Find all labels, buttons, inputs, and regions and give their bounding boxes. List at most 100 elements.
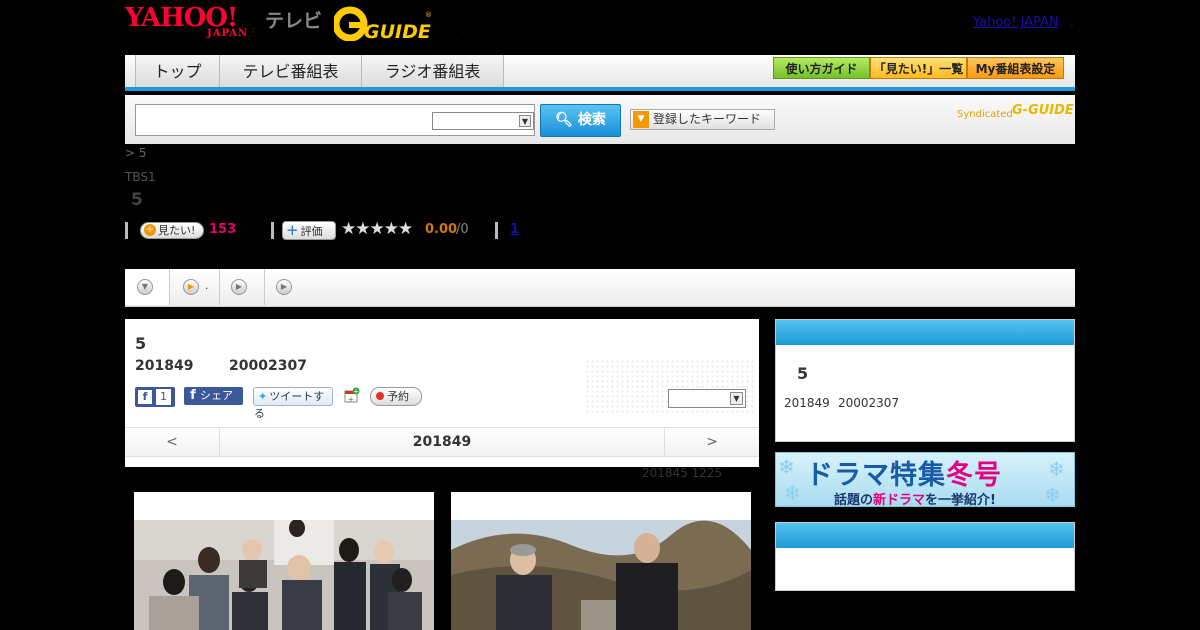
episode-panel: 5 201849 20002307 f1 f シェア ✦ ツイートする + + 予約 …	[125, 319, 759, 467]
banner-subtitle: 話題の新ドラマを一挙紹介!	[834, 489, 996, 507]
program-title: 5	[131, 190, 143, 210]
stats-divider	[271, 222, 274, 239]
svg-text:GUIDE: GUIDE	[364, 21, 431, 41]
facebook-share-label: シェア	[200, 389, 233, 402]
banner-title: ドラマ特集冬号	[806, 453, 1002, 492]
want-list-button[interactable]: 「見たい!」一覧	[870, 57, 967, 79]
episode-nav-date: 201849	[412, 434, 472, 450]
program-subtabs: ▼ ▶ . ▶ ▶	[125, 269, 1075, 307]
stats-divider	[125, 222, 128, 239]
episode-photo-2[interactable]	[451, 492, 751, 630]
play-icon: ▶	[231, 279, 247, 295]
want-label: 見たい!	[158, 224, 196, 237]
rating-value: 0.00	[425, 222, 458, 237]
want-count: 153	[209, 222, 237, 237]
episode-image	[134, 520, 434, 630]
snowflake-icon: ❄	[784, 481, 801, 505]
banner-title-season: 冬号	[946, 460, 1002, 491]
facebook-icon: f	[190, 388, 196, 403]
gguide-logo[interactable]: GUIDE ®	[332, 5, 434, 43]
episode-select[interactable]: ▼	[668, 389, 746, 408]
update-note: 201845 1225	[642, 466, 723, 480]
facebook-icon: f	[138, 390, 152, 404]
nav-tab-top[interactable]: トップ	[135, 55, 220, 87]
next-episode-button[interactable]: >	[664, 428, 759, 456]
subtab-4[interactable]: ▶	[265, 269, 310, 305]
facebook-share-button[interactable]: f シェア	[184, 387, 243, 405]
snowflake-icon: ❄	[778, 455, 795, 479]
sidebar-episode-number: 5	[797, 364, 809, 383]
play-icon: ▶	[183, 279, 199, 295]
nav-tab-radio-guide[interactable]: ラジオ番組表	[362, 55, 504, 87]
tweet-button[interactable]: ✦ ツイートする	[253, 387, 333, 420]
yahoo-japan-link[interactable]: Yahoo! JAPAN	[973, 15, 1059, 30]
sidebar-box-2	[775, 522, 1075, 591]
saved-keywords-label: 登録したキーワード	[653, 112, 762, 126]
saved-keywords-button[interactable]: ▼ 登録したキーワード	[630, 109, 775, 130]
header-separator: .	[462, 22, 466, 36]
snowflake-icon: ❄	[1048, 457, 1065, 481]
sidebar-box-header	[776, 320, 1074, 345]
banner-title-main: ドラマ特集	[806, 460, 946, 491]
svg-text:+: +	[353, 388, 359, 396]
rating-count: /0	[456, 222, 469, 237]
subtab-3[interactable]: ▶	[220, 269, 265, 305]
banner-sub-2: 新ドラマ	[873, 493, 926, 507]
triangle-down-icon: ▼	[633, 111, 649, 128]
breadcrumb: > 5	[125, 146, 147, 160]
twitter-bird-icon: ✦	[258, 390, 268, 403]
search-category-select[interactable]: ▼	[432, 112, 534, 130]
air-date: 201849	[135, 358, 194, 374]
plus-icon: +	[286, 221, 299, 239]
review-link[interactable]: 1	[510, 222, 519, 237]
main-navbar: トップ テレビ番組表 ラジオ番組表 使い方ガイド 「見たい!」一覧 My番組表設…	[125, 55, 1075, 91]
rate-button[interactable]: + 評価	[282, 221, 336, 240]
episode-navigation: < 201849 >	[125, 427, 759, 457]
search-button[interactable]: 🔍︎ 検索	[540, 104, 621, 137]
search-bar: ▼ 🔍︎ 検索 ▼ 登録したキーワード Syndicated G-GUIDE	[125, 95, 1075, 144]
facebook-like-button[interactable]: f1	[135, 387, 175, 407]
rating-stars: ★★★★★	[341, 219, 413, 239]
usage-guide-button[interactable]: 使い方ガイド	[773, 57, 870, 79]
syndicated-gguide-logo: G-GUIDE	[1012, 103, 1074, 118]
subtab-overview[interactable]: ▼	[125, 269, 170, 305]
snowflake-icon: ❄	[1044, 483, 1061, 507]
add-calendar-icon[interactable]: + +	[343, 387, 360, 404]
syndicated-label: Syndicated	[957, 109, 1013, 120]
svg-text:+: +	[348, 395, 355, 404]
banner-sub-1: 話題の	[834, 493, 874, 507]
nav-tab-tv-guide[interactable]: テレビ番組表	[220, 55, 362, 87]
sidebar-episode-box: 5 201849 20002307	[775, 319, 1075, 442]
search-icon: 🔍︎	[555, 112, 573, 128]
reserve-label: 予約	[387, 390, 409, 403]
subtab-2-label: .	[205, 279, 209, 292]
sidebar-air-time: 20002307	[838, 396, 900, 410]
subtab-2[interactable]: ▶ .	[170, 269, 220, 305]
episode-number: 5	[135, 334, 147, 353]
stats-divider	[495, 222, 498, 239]
record-dot-icon	[376, 392, 384, 400]
sidebar-box-header	[776, 523, 1074, 548]
play-icon: ▶	[276, 279, 292, 295]
record-reserve-button[interactable]: 予約	[370, 387, 422, 406]
want-to-watch-button[interactable]: + 見たい!	[140, 222, 204, 239]
yahoo-logo-sub: JAPAN	[207, 28, 249, 39]
prev-episode-button[interactable]: <	[125, 428, 220, 456]
channel-name: TBS1	[125, 170, 156, 184]
search-button-label: 検索	[577, 112, 606, 128]
episode-photo-1[interactable]	[134, 492, 434, 630]
tv-logo-label[interactable]: テレビ	[265, 6, 322, 33]
episode-image	[451, 520, 751, 630]
my-guide-settings-button[interactable]: My番組表設定	[967, 57, 1064, 79]
chevron-down-icon: ▼	[137, 279, 153, 295]
chevron-down-icon: ▼	[519, 115, 531, 127]
plus-icon: +	[144, 224, 156, 236]
sidebar-air-date: 201849	[784, 396, 830, 410]
svg-text:®: ®	[425, 11, 432, 19]
banner-sub-3: を一挙紹介!	[925, 493, 996, 507]
air-time: 20002307	[229, 358, 307, 374]
drama-special-banner[interactable]: ❄ ❄ ❄ ❄ ドラマ特集冬号 話題の新ドラマを一挙紹介!	[775, 452, 1075, 507]
yahoo-japan-logo[interactable]: YAHOO! JAPAN	[125, 5, 247, 39]
facebook-like-count: 1	[156, 389, 171, 405]
header-separator-right: .	[1070, 15, 1074, 29]
